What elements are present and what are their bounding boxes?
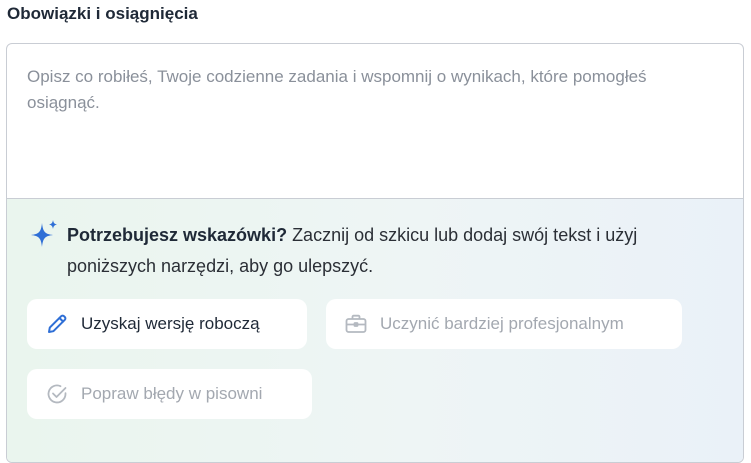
get-draft-label: Uzyskaj wersję roboczą	[81, 314, 260, 333]
make-professional-label: Uczynić bardziej profesjonalnym	[380, 314, 624, 333]
fix-spelling-label: Popraw błędy w pisowni	[81, 384, 263, 403]
briefcase-icon	[345, 314, 367, 333]
achievements-editor: Potrzebujesz wskazówki? Zacznij od szkic…	[6, 43, 744, 463]
writing-assistant-panel: Potrzebujesz wskazówki? Zacznij od szkic…	[7, 198, 743, 462]
field-label: Obowiązki i osiągnięcia	[7, 4, 198, 23]
pencil-icon	[48, 314, 67, 333]
sparkle-icon	[31, 220, 57, 247]
fix-spelling-button[interactable]: Popraw błędy w pisowni	[27, 369, 312, 419]
check-circle-icon	[47, 384, 67, 404]
get-draft-button[interactable]: Uzyskaj wersję roboczą	[27, 299, 307, 349]
assistant-hint: Potrzebujesz wskazówki? Zacznij od szkic…	[67, 220, 717, 282]
make-professional-button[interactable]: Uczynić bardziej profesjonalnym	[326, 299, 682, 349]
achievements-textarea[interactable]	[7, 44, 743, 198]
assistant-hint-title: Potrzebujesz wskazówki?	[67, 225, 288, 245]
